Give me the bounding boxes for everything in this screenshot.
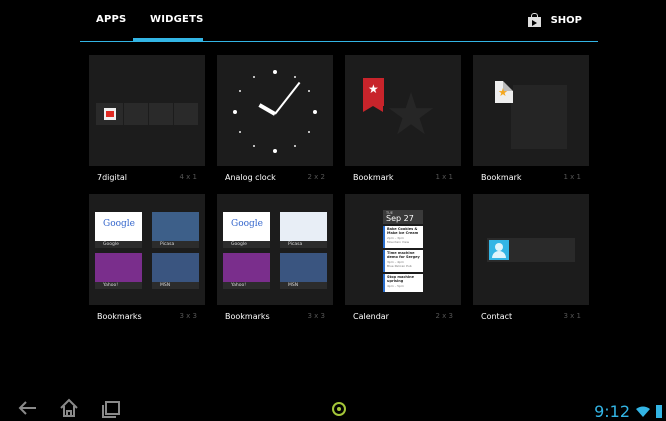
widget-preview: ★ [473, 55, 589, 166]
recent-apps-icon[interactable] [100, 393, 122, 421]
tab-widgets[interactable]: WIDGETS [150, 14, 204, 25]
battery-icon [656, 405, 662, 418]
widget-size: 2 x 2 [307, 173, 326, 181]
shop-label: SHOP [550, 14, 582, 26]
widget-preview: Google Google Picasa Yahoo! MSN [217, 194, 333, 305]
widget-bookmark[interactable]: ★ ★ Bookmark 1 x 1 [345, 55, 461, 182]
7digital-logo-icon [104, 108, 116, 120]
widget-calendar[interactable]: TUE Sep 27 Bake Cookies & Make Ice Cream… [345, 194, 461, 321]
shop-button[interactable]: SHOP [527, 11, 582, 29]
wifi-icon [636, 406, 650, 417]
widget-name: Contact [481, 312, 513, 321]
widget-preview [473, 194, 589, 305]
status-clock[interactable]: 9:12 [594, 402, 630, 421]
all-apps-indicator-icon[interactable] [332, 402, 346, 416]
tab-bar: APPS WIDGETS SHOP [80, 0, 598, 44]
shopping-bag-icon [527, 13, 541, 27]
widget-preview: ★ ★ [345, 55, 461, 166]
widget-name: Bookmarks [225, 312, 270, 321]
widget-name: 7digital [97, 173, 127, 182]
widget-size: 4 x 1 [179, 173, 198, 181]
contact-avatar-icon [489, 240, 509, 260]
widget-analog-clock[interactable]: Analog clock 2 x 2 [217, 55, 333, 182]
widget-size: 3 x 1 [563, 312, 582, 320]
widget-7digital[interactable]: 7digital 4 x 1 [89, 55, 205, 182]
widget-preview [89, 55, 205, 166]
bookmark-star-icon: ★ [363, 78, 384, 112]
widget-bookmark-shortcut[interactable]: ★ Bookmark 1 x 1 [473, 55, 589, 182]
widget-contact[interactable]: Contact 3 x 1 [473, 194, 589, 321]
back-icon[interactable] [16, 393, 40, 421]
widget-size: 1 x 1 [563, 173, 582, 181]
widget-size: 2 x 3 [435, 312, 454, 320]
tab-bar-divider [80, 41, 598, 42]
widget-preview: Google Google Picasa Yahoo! MSN [89, 194, 205, 305]
calendar-preview: TUE Sep 27 Bake Cookies & Make Ice Cream… [383, 210, 423, 296]
widget-name: Bookmark [353, 173, 394, 182]
widget-bookmarks[interactable]: Google Google Picasa Yahoo! MSN Bookmarks… [89, 194, 205, 321]
bookmark-document-icon: ★ [495, 81, 513, 103]
widget-name: Calendar [353, 312, 389, 321]
widget-preview [217, 55, 333, 166]
widget-name: Bookmark [481, 173, 522, 182]
widget-size: 1 x 1 [435, 173, 454, 181]
widget-name: Analog clock [225, 173, 276, 182]
widget-name: Bookmarks [97, 312, 142, 321]
widget-size: 3 x 3 [179, 312, 198, 320]
home-icon[interactable] [58, 393, 80, 421]
tab-apps[interactable]: APPS [96, 14, 126, 25]
widget-bookmarks-2[interactable]: Google Google Picasa Yahoo! MSN Bookmarks… [217, 194, 333, 321]
widget-preview: TUE Sep 27 Bake Cookies & Make Ice Cream… [345, 194, 461, 305]
widget-size: 3 x 3 [307, 312, 326, 320]
